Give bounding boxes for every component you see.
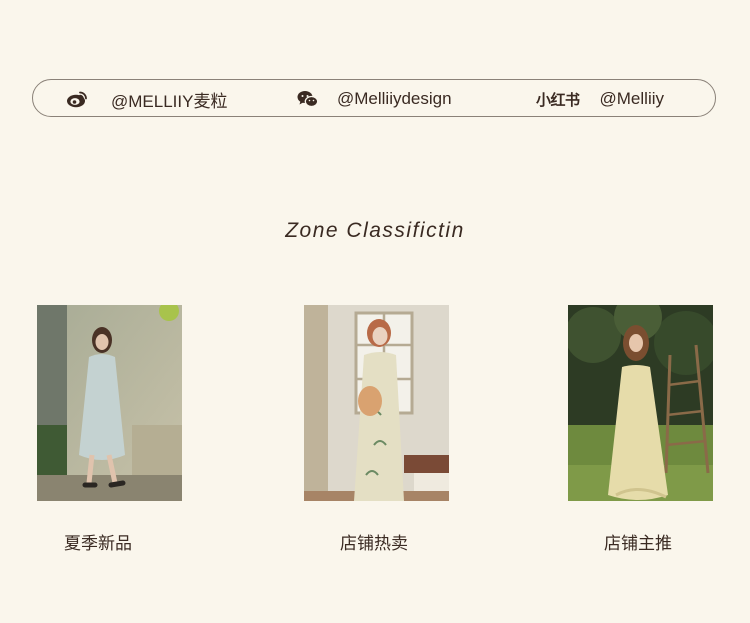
category-label: 店铺热卖 — [340, 534, 408, 553]
category-label: 夏季新品 — [64, 534, 132, 553]
weibo-icon — [66, 90, 88, 108]
weibo-handle: @MELLIIY麦粒 — [111, 91, 228, 111]
xiaohongshu-handle: @Melliiy — [599, 89, 664, 108]
xiaohongshu-logo: 小红书 — [536, 90, 580, 109]
wechat-link[interactable]: @Melliiydesign — [297, 80, 452, 118]
xiaohongshu-link[interactable]: 小红书 @Melliiy — [536, 80, 664, 118]
woman-in-yellow-slip-dress-photo[interactable] — [568, 305, 713, 501]
wechat-handle: @Melliiydesign — [337, 89, 452, 108]
social-links-bar: @MELLIIY麦粒 @Melliiydesign 小红书 @Melliiy — [32, 79, 716, 117]
woman-in-pale-blue-dress-photo[interactable] — [37, 305, 182, 501]
weibo-link[interactable]: @MELLIIY麦粒 — [66, 80, 227, 118]
category-label: 店铺主推 — [604, 534, 672, 553]
wechat-icon — [297, 90, 319, 108]
zone-title: Zone Classifictin — [285, 219, 465, 242]
woman-in-bamboo-print-qipao-photo[interactable] — [304, 305, 449, 501]
